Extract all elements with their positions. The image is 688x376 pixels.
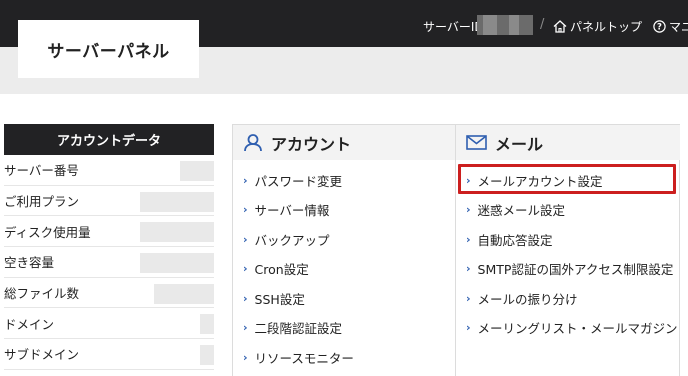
mail-column-title: メール bbox=[495, 134, 544, 154]
chevron-right-icon: › bbox=[466, 292, 471, 305]
user-icon bbox=[244, 134, 262, 152]
menu-item-label: SSH設定 bbox=[254, 292, 305, 307]
account-row-server-number: サーバー番号 bbox=[4, 155, 214, 186]
server-id-value bbox=[477, 15, 533, 35]
account-row-free-space: 空き容量 bbox=[4, 247, 214, 278]
account-data-title: アカウントデータ bbox=[4, 124, 214, 155]
account-column: アカウント › パスワード変更 › サーバー情報 › バックアップ › Cron… bbox=[233, 125, 455, 366]
menu-item-label: サーバー情報 bbox=[254, 203, 330, 218]
menu-item-mail-filter[interactable]: › メールの振り分け bbox=[466, 289, 578, 308]
server-panel-logo[interactable]: サーバーパネル bbox=[18, 20, 199, 78]
redacted-value bbox=[154, 283, 214, 304]
menu-item-label: 自動応答設定 bbox=[477, 233, 553, 248]
home-icon bbox=[553, 20, 567, 33]
chevron-right-icon: › bbox=[466, 203, 471, 216]
highlight-box bbox=[458, 164, 676, 194]
envelope-icon bbox=[466, 135, 487, 150]
chevron-right-icon: › bbox=[466, 321, 471, 334]
menu-item-label: 二段階認証設定 bbox=[254, 321, 343, 336]
chevron-right-icon: › bbox=[243, 321, 248, 334]
chevron-right-icon: › bbox=[243, 233, 248, 246]
account-row-label: ドメイン bbox=[4, 316, 55, 332]
menu-item-backup[interactable]: › バックアップ bbox=[243, 230, 330, 249]
menu-item-label: メールの振り分け bbox=[477, 292, 578, 307]
menu-item-auto-reply[interactable]: › 自動応答設定 bbox=[466, 230, 553, 249]
redacted-value bbox=[140, 253, 214, 274]
account-row-label: サブドメイン bbox=[4, 347, 80, 363]
mail-column-header: メール bbox=[456, 125, 680, 160]
menu-item-label: パスワード変更 bbox=[254, 174, 343, 189]
manual-link[interactable]: ? マニ bbox=[653, 18, 688, 35]
chevron-right-icon: › bbox=[243, 262, 248, 275]
redacted-value bbox=[180, 161, 214, 181]
menu-item-mailing-list[interactable]: › メーリングリスト・メールマガジン bbox=[466, 318, 678, 337]
mail-column: メール › メールアカウント設定 › 迷惑メール設定 › 自動応答設定 › SM… bbox=[456, 125, 680, 336]
account-row-label: ディスク使用量 bbox=[4, 224, 91, 240]
chevron-right-icon: › bbox=[466, 262, 471, 275]
chevron-right-icon: › bbox=[243, 174, 248, 187]
manual-label: マニ bbox=[669, 20, 688, 34]
redacted-value bbox=[140, 191, 214, 212]
header-separator: / bbox=[540, 17, 545, 32]
redacted-value bbox=[200, 314, 214, 335]
redacted-value bbox=[140, 222, 214, 243]
account-column-header: アカウント bbox=[233, 125, 455, 160]
account-row-label: ご利用プラン bbox=[4, 194, 80, 210]
menu-item-ssh[interactable]: › SSH設定 bbox=[243, 289, 305, 308]
help-circle-icon: ? bbox=[653, 20, 666, 33]
server-id-label: サーバーID bbox=[423, 20, 484, 34]
account-row-subdomain: サブドメイン bbox=[4, 339, 214, 370]
column-divider bbox=[455, 125, 456, 376]
account-column-title: アカウント bbox=[271, 134, 352, 154]
menu-item-two-factor[interactable]: › 二段階認証設定 bbox=[243, 318, 342, 337]
chevron-right-icon: › bbox=[243, 203, 248, 216]
account-row-label: 空き容量 bbox=[4, 255, 55, 271]
menu-item-label: バックアップ bbox=[254, 233, 330, 248]
chevron-right-icon: › bbox=[243, 292, 248, 305]
menu-item-password-change[interactable]: › パスワード変更 bbox=[243, 171, 342, 190]
menu-item-smtp-foreign-restriction[interactable]: › SMTP認証の国外アクセス制限設定 bbox=[466, 259, 673, 278]
menu-grid: アカウント › パスワード変更 › サーバー情報 › バックアップ › Cron… bbox=[232, 124, 680, 376]
menu-item-resource-monitor[interactable]: › リソースモニター bbox=[243, 348, 354, 367]
account-row-plan: ご利用プラン bbox=[4, 186, 214, 217]
svg-text:?: ? bbox=[657, 23, 662, 33]
account-row-disk-usage: ディスク使用量 bbox=[4, 216, 214, 248]
menu-item-spam-settings[interactable]: › 迷惑メール設定 bbox=[466, 200, 565, 219]
account-data-panel: アカウントデータ サーバー番号 ご利用プラン ディスク使用量 空き容量 総ファイ… bbox=[4, 124, 214, 370]
menu-item-label: リソースモニター bbox=[254, 351, 354, 366]
panel-top-link[interactable]: パネルトップ bbox=[553, 18, 642, 35]
account-row-label: 総ファイル数 bbox=[4, 286, 80, 302]
redacted-value bbox=[200, 345, 214, 366]
account-row-label: サーバー番号 bbox=[4, 163, 79, 179]
account-row-file-count: 総ファイル数 bbox=[4, 278, 214, 309]
chevron-right-icon: › bbox=[243, 351, 248, 364]
menu-item-server-info[interactable]: › サーバー情報 bbox=[243, 200, 329, 219]
menu-item-cron[interactable]: › Cron設定 bbox=[243, 259, 309, 278]
menu-item-label: 迷惑メール設定 bbox=[477, 203, 566, 218]
menu-item-label: メーリングリスト・メールマガジン bbox=[477, 321, 678, 336]
chevron-right-icon: › bbox=[466, 233, 471, 246]
account-row-domain: ドメイン bbox=[4, 308, 214, 340]
panel-top-label: パネルトップ bbox=[570, 20, 643, 34]
menu-item-label: Cron設定 bbox=[254, 262, 309, 277]
menu-item-label: SMTP認証の国外アクセス制限設定 bbox=[477, 262, 674, 277]
